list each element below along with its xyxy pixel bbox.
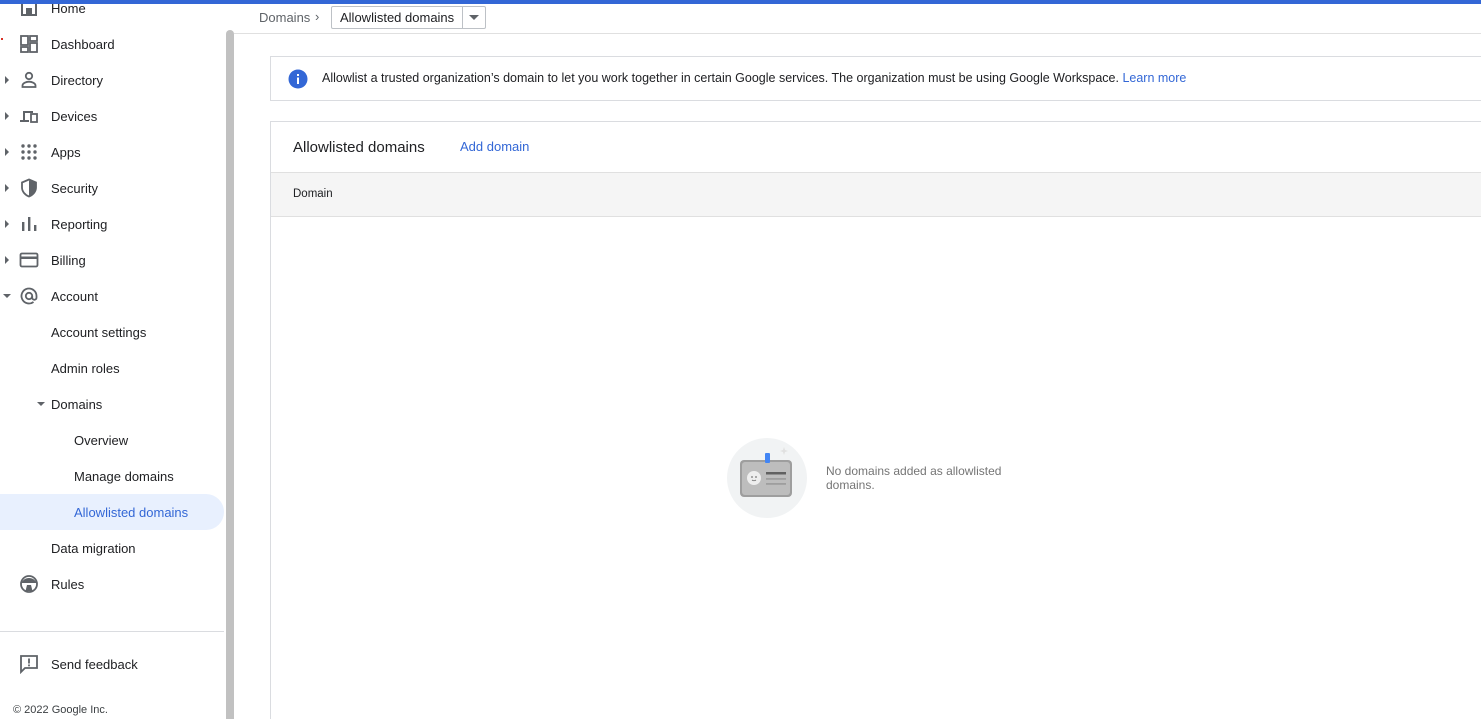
breadcrumb-separator: › — [315, 9, 320, 24]
credit-card-icon — [19, 250, 39, 270]
allowlisted-domains-card: Allowlisted domains Add domain Domain No… — [270, 121, 1481, 719]
breadcrumb: Domains › Allowlisted domains — [234, 4, 1481, 34]
chevron-right-icon[interactable] — [3, 98, 11, 134]
devices-icon — [19, 106, 39, 126]
send-feedback-button[interactable]: Send feedback — [0, 646, 224, 682]
sidebar-item-label: Account settings — [51, 324, 147, 340]
add-domain-button[interactable]: Add domain — [460, 139, 529, 154]
banner-message: Allowlist a trusted organization’s domai… — [322, 71, 1186, 85]
chevron-right-icon[interactable] — [3, 206, 11, 242]
sidebar-item-label: Account — [51, 288, 98, 304]
table-header: Domain — [271, 172, 1481, 217]
sidebar-divider — [0, 631, 224, 632]
sidebar-item-domains[interactable]: Domains — [0, 386, 224, 422]
home-icon — [19, 4, 39, 18]
sidebar-item-label: Security — [51, 180, 98, 196]
learn-more-link[interactable]: Learn more — [1122, 71, 1186, 85]
sidebar-item-label: Admin roles — [51, 360, 120, 376]
sidebar-item-security[interactable]: Security — [0, 170, 224, 206]
sidebar-item-label: Data migration — [51, 540, 136, 556]
copyright-text: © 2022 Google Inc. — [13, 704, 108, 716]
shield-icon — [19, 178, 39, 198]
breadcrumb-current-selector[interactable]: Allowlisted domains — [331, 6, 487, 29]
bar-chart-icon — [19, 214, 39, 234]
sidebar-item-label: Allowlisted domains — [74, 504, 189, 520]
sidebar-item-rules[interactable]: Rules — [0, 566, 224, 602]
sidebar: Home Dashboard Directory Devices Apps Se — [0, 4, 226, 719]
banner-text: Allowlist a trusted organization’s domai… — [322, 71, 1119, 85]
column-header-domain[interactable]: Domain — [293, 188, 333, 200]
sidebar-item-billing[interactable]: Billing — [0, 242, 224, 278]
sidebar-item-data-migration[interactable]: Data migration — [0, 530, 224, 566]
sidebar-item-label: Send feedback — [51, 656, 138, 672]
sidebar-item-home[interactable]: Home — [0, 4, 224, 26]
sidebar-item-manage-domains[interactable]: Manage domains — [0, 458, 224, 494]
sidebar-item-label: Overview — [74, 432, 129, 448]
card-title: Allowlisted domains — [293, 139, 425, 156]
breadcrumb-domains-link[interactable]: Domains — [259, 10, 310, 25]
sidebar-item-label: Dashboard — [51, 36, 115, 52]
sidebar-item-allowlisted-domains[interactable]: Allowlisted domains — [0, 494, 224, 530]
sidebar-item-label: Devices — [51, 108, 98, 124]
sidebar-item-admin-roles[interactable]: Admin roles — [0, 350, 224, 386]
sidebar-item-account-settings[interactable]: Account settings — [0, 314, 224, 350]
chevron-down-icon[interactable] — [3, 278, 11, 314]
sidebar-item-label: Billing — [51, 252, 86, 268]
person-icon — [19, 70, 39, 90]
sidebar-item-label: Home — [51, 4, 86, 16]
breadcrumb-current[interactable]: Allowlisted domains — [332, 7, 464, 28]
dashboard-icon — [19, 34, 39, 54]
sidebar-item-label: Directory — [51, 72, 104, 88]
sidebar-item-dashboard[interactable]: Dashboard — [0, 26, 224, 62]
sidebar-item-directory[interactable]: Directory — [0, 62, 224, 98]
sidebar-item-apps[interactable]: Apps — [0, 134, 224, 170]
chevron-right-icon[interactable] — [3, 242, 11, 278]
sidebar-item-label: Reporting — [51, 216, 108, 232]
empty-state-message: No domains added as allowlisted domains. — [826, 464, 1002, 492]
sidebar-item-label: Rules — [51, 576, 85, 592]
info-icon — [288, 69, 308, 89]
chevron-right-icon[interactable] — [3, 170, 11, 206]
feedback-icon — [19, 654, 39, 675]
chevron-right-icon[interactable] — [3, 134, 11, 170]
empty-state-illustration — [726, 437, 808, 519]
at-sign-icon — [19, 286, 39, 306]
info-banner: Allowlist a trusted organization’s domai… — [270, 56, 1481, 101]
sidebar-item-label: Domains — [51, 396, 103, 412]
sidebar-item-label: Apps — [51, 144, 81, 160]
sidebar-scrollbar[interactable] — [226, 30, 234, 719]
apps-grid-icon — [19, 142, 39, 162]
sidebar-item-domains-overview[interactable]: Overview — [0, 422, 224, 458]
sidebar-item-label: Manage domains — [74, 468, 174, 484]
sidebar-item-devices[interactable]: Devices — [0, 98, 224, 134]
chevron-down-icon[interactable] — [37, 386, 45, 422]
sidebar-item-account[interactable]: Account — [0, 278, 224, 314]
dropdown-arrow-icon[interactable] — [463, 7, 485, 28]
chevron-right-icon[interactable] — [3, 62, 11, 98]
steering-wheel-icon — [19, 574, 39, 594]
sidebar-item-reporting[interactable]: Reporting — [0, 206, 224, 242]
